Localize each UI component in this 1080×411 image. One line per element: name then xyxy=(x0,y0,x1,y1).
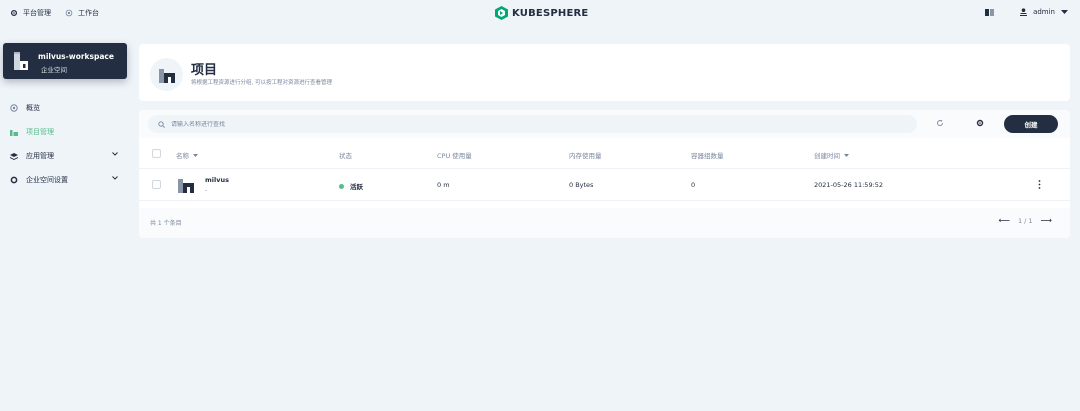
status-dot xyxy=(339,183,344,189)
kubesphere-logo[interactable]: KUBESPHERE xyxy=(495,6,588,20)
page-indicator: 1 / 1 xyxy=(1017,216,1033,225)
dashboard-icon xyxy=(10,104,18,112)
sort-icon xyxy=(193,153,198,157)
sidebar-item-apps[interactable]: 应用管理 xyxy=(10,144,122,168)
sidebar-item-label: 企业空间设置 xyxy=(26,176,68,184)
sidebar-item-projects[interactable]: 项目管理 xyxy=(10,120,122,144)
table-row[interactable]: milvus - 活跃 0 m 0 Bytes 0 2021-05-26 11:… xyxy=(139,168,1070,201)
brand-name: KUBESPHERE xyxy=(512,7,589,19)
platform-management-label: 平台管理 xyxy=(23,9,51,17)
sort-icon xyxy=(844,153,849,157)
page-description: 将根据工程资源进行分组, 可以按工程对资源进行查看管理 xyxy=(191,80,332,86)
platform-management-link[interactable]: 平台管理 xyxy=(10,8,51,18)
project-table-card: 创建 名称 状态 CPU 使用量 内存使用量 容器组数量 创建时间 milvus… xyxy=(139,110,1070,238)
memory-usage: 0 Bytes xyxy=(569,181,594,189)
created-time: 2021-05-26 11:59:52 xyxy=(814,181,884,189)
top-right-tools: admin xyxy=(985,8,1068,16)
row-checkbox[interactable] xyxy=(152,180,161,189)
column-name-label: 名称 xyxy=(176,152,189,160)
page-header: 项目 将根据工程资源进行分组, 可以按工程对资源进行查看管理 xyxy=(139,44,1070,101)
kubesphere-logo-icon xyxy=(495,6,508,20)
total-count: 共 1 个条目 xyxy=(150,220,182,227)
page-title: 项目 xyxy=(191,63,218,78)
column-created-label: 创建时间 xyxy=(814,152,840,160)
top-bar: 平台管理 工作台 KUBESPHERE admin xyxy=(0,0,1080,26)
create-button[interactable]: 创建 xyxy=(1004,115,1058,133)
sidebar-item-overview[interactable]: 概览 xyxy=(10,96,122,120)
status-badge: 活跃 xyxy=(339,181,363,191)
project-name-link[interactable]: milvus xyxy=(205,176,229,184)
status-label: 活跃 xyxy=(350,183,363,191)
gear-icon xyxy=(10,176,18,184)
top-nav: 平台管理 工作台 xyxy=(10,8,99,18)
sidebar-item-workspace-settings[interactable]: 企业空间设置 xyxy=(10,168,122,192)
select-all-checkbox[interactable] xyxy=(152,149,161,158)
next-page-icon[interactable]: ⟶ xyxy=(1041,216,1052,225)
column-cpu: CPU 使用量 xyxy=(437,152,472,160)
table-header: 名称 状态 CPU 使用量 内存使用量 容器组数量 创建时间 xyxy=(139,140,1070,168)
table-toolbar: 创建 xyxy=(139,110,1070,138)
prev-page-icon[interactable]: ⟵ xyxy=(998,216,1009,225)
pod-count: 0 xyxy=(691,181,696,189)
refresh-icon[interactable] xyxy=(936,119,944,127)
user-icon xyxy=(1020,8,1028,16)
workspace-card[interactable]: milvus-workspace 企业空间 xyxy=(3,43,127,79)
column-status: 状态 xyxy=(339,152,352,160)
gear-icon[interactable] xyxy=(976,119,984,127)
column-name[interactable]: 名称 xyxy=(176,150,198,160)
user-name: admin xyxy=(1033,8,1055,16)
gear-icon xyxy=(10,9,18,17)
toolbox-icon[interactable] xyxy=(985,8,995,16)
project-header-icon xyxy=(150,58,183,91)
workspace-icon xyxy=(14,52,28,70)
more-icon[interactable] xyxy=(1038,180,1041,189)
column-created[interactable]: 创建时间 xyxy=(814,150,849,160)
sidebar-item-label: 应用管理 xyxy=(26,152,54,160)
column-pods: 容器组数量 xyxy=(691,152,724,160)
search-input[interactable] xyxy=(171,120,871,128)
workbench-icon xyxy=(65,9,73,17)
workspace-name: milvus-workspace xyxy=(38,52,114,61)
chevron-down-icon xyxy=(112,176,118,180)
sidebar-item-label: 项目管理 xyxy=(26,128,54,136)
project-subtitle: - xyxy=(205,186,208,194)
project-icon xyxy=(10,129,18,136)
table-footer: 共 1 个条目 ⟵ 1 / 1 ⟶ xyxy=(139,208,1070,238)
column-memory: 内存使用量 xyxy=(569,152,602,160)
pagination: ⟵ 1 / 1 ⟶ xyxy=(998,216,1052,225)
sidebar-menu: 概览 项目管理 应用管理 企业空间设置 xyxy=(10,96,122,192)
cpu-usage: 0 m xyxy=(437,181,450,189)
sidebar-item-label: 概览 xyxy=(26,104,40,112)
user-menu[interactable]: admin xyxy=(1020,8,1068,16)
workbench-link[interactable]: 工作台 xyxy=(65,8,99,18)
caret-down-icon xyxy=(1061,10,1068,14)
app-icon xyxy=(10,152,18,160)
workbench-label: 工作台 xyxy=(78,9,99,17)
project-icon xyxy=(178,179,194,193)
workspace-type: 企业空间 xyxy=(41,66,67,74)
search-icon xyxy=(158,120,165,128)
chevron-down-icon xyxy=(112,152,118,156)
search-bar[interactable] xyxy=(148,115,917,133)
